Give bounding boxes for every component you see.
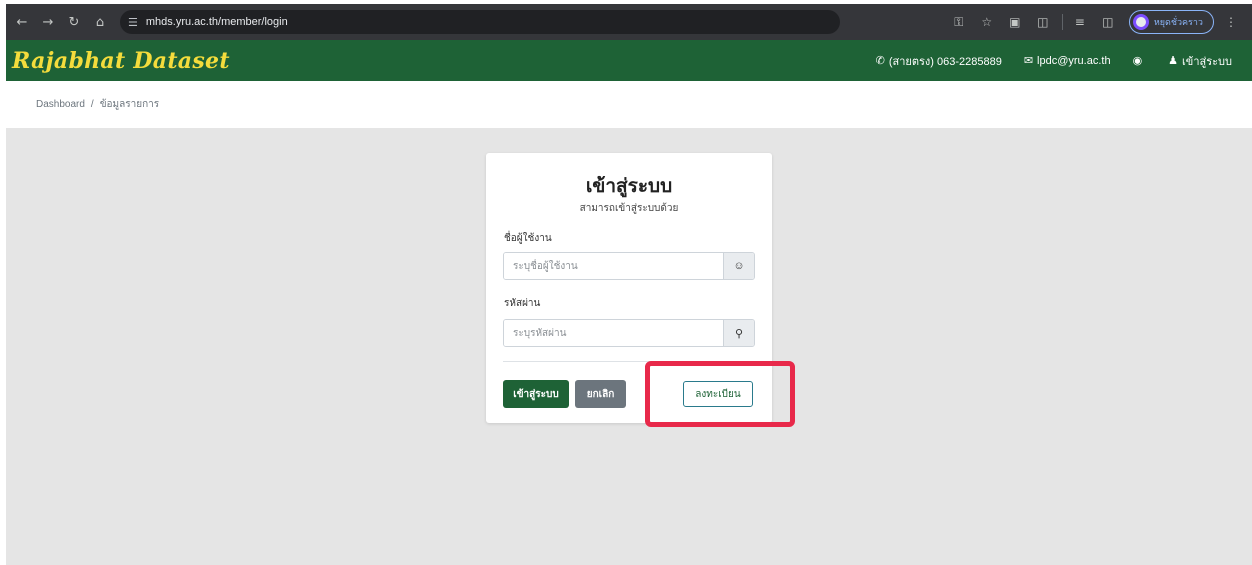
phone-text: (สายตรง) 063-2285889 [888,55,1002,68]
url-text[interactable]: mhds.yru.ac.th/member/login [146,16,288,28]
login-card: เข้าสู่ระบบ สามารถเข้าสู่ระบบด้วย ชื่อผู… [486,153,772,423]
email-link[interactable]: ✉ lpdc@yru.ac.th [1023,54,1111,68]
cancel-button[interactable]: ยกเลิก [575,380,626,408]
form-divider [503,361,755,362]
site-navbar: Rajabhat Dataset ✆ (สายตรง) 063-2285889 … [6,40,1252,81]
avatar [1132,14,1149,30]
password-input-group: ⚲ [503,319,755,347]
navbar-links: ✆ (สายตรง) 063-2285889 ✉ lpdc@yru.ac.th … [854,52,1252,70]
key-icon: ⚲ [723,320,754,346]
main-content: เข้าสู่ระบบ สามารถเข้าสู่ระบบด้วย ชื่อผู… [6,128,1252,565]
breadcrumb: Dashboard / ข้อมูลรายการ [6,81,1252,128]
breadcrumb-separator: / [90,99,94,110]
users-icon: ♟ [1168,55,1179,67]
password-label: รหัสผ่าน [504,298,541,309]
more-menu-icon[interactable]: ⋮ [1220,11,1242,33]
home-icon[interactable]: ⌂ [90,12,110,32]
phone-link[interactable]: ✆ (สายตรง) 063-2285889 [876,52,1002,70]
profile-button[interactable]: หยุดชั่วคราว [1128,10,1214,34]
extension-icon[interactable]: ▣ [1004,11,1026,33]
page-title: เข้าสู่ระบบ [585,176,673,197]
brand-logo[interactable]: Rajabhat Dataset [12,48,230,74]
breadcrumb-item-current: ข้อมูลรายการ [99,99,160,110]
reload-icon[interactable]: ↻ [64,12,84,32]
browser-actions: ⚿ ☆ ▣ ◫ ≡ ◫ หยุดชั่วคราว ⋮ [942,10,1252,34]
login-link[interactable]: ♟ เข้าสู่ระบบ [1168,52,1232,70]
reading-list-icon[interactable]: ≡ [1069,11,1091,33]
username-input[interactable] [504,253,723,279]
login-subtitle: สามารถเข้าสู่ระบบด้วย [579,203,679,214]
breadcrumb-item-dashboard[interactable]: Dashboard [36,99,85,110]
browser-toolbar: ← → ↻ ⌂ ☰ mhds.yru.ac.th/member/login ⚿ … [6,4,1252,40]
password-key-icon[interactable]: ⚿ [948,11,970,33]
login-button[interactable]: เข้าสู่ระบบ [503,380,569,408]
forward-arrow-icon[interactable]: → [38,12,58,32]
tune-icon[interactable]: ☰ [128,16,138,29]
register-button[interactable]: ลงทะเบียน [683,381,753,407]
username-input-group: ☺ [503,252,755,280]
globe-icon: ◉ [1132,55,1143,67]
email-text: lpdc@yru.ac.th [1037,54,1111,67]
language-link[interactable]: ◉ [1133,54,1147,67]
star-icon[interactable]: ☆ [976,11,998,33]
user-circle-icon: ☺ [723,253,754,279]
side-panel-icon[interactable]: ◫ [1097,11,1119,33]
password-input[interactable] [504,320,723,346]
address-bar[interactable]: ☰ mhds.yru.ac.th/member/login [120,10,840,34]
profile-label: หยุดชั่วคราว [1153,18,1203,28]
envelope-icon: ✉ [1023,55,1034,67]
back-arrow-icon[interactable]: ← [12,12,32,32]
puzzle-icon[interactable]: ◫ [1032,11,1054,33]
username-label: ชื่อผู้ใช้งาน [504,233,552,244]
toolbar-divider [1061,14,1063,30]
login-link-text: เข้าสู่ระบบ [1182,55,1232,68]
phone-icon: ✆ [875,55,885,67]
